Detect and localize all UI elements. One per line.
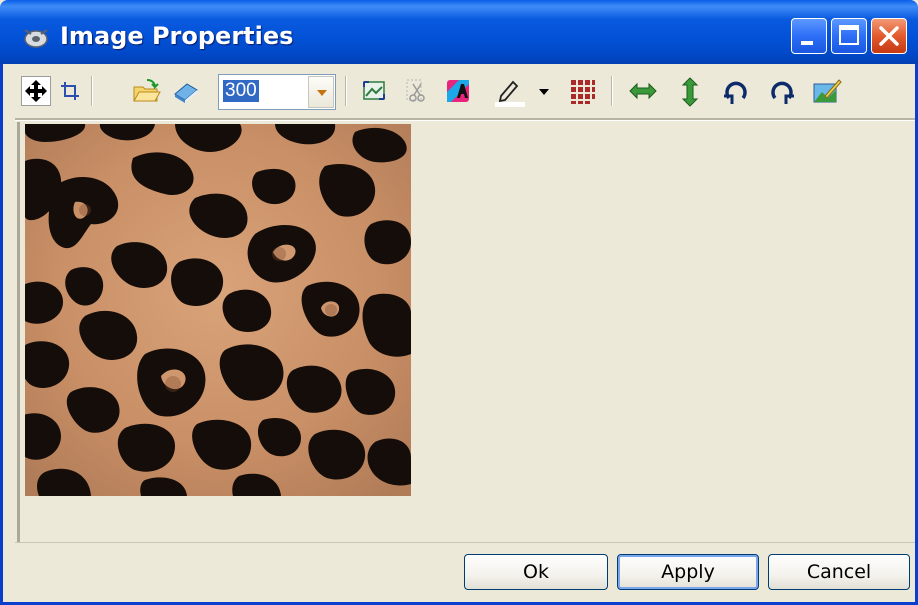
pen-color-dropdown[interactable] (537, 76, 551, 106)
image-properties-window: Image Properties 300 Ok Apply Cancel (0, 0, 918, 605)
zoom-value: 300 (223, 80, 259, 102)
zoom-combobox[interactable]: 300 (218, 74, 336, 110)
color-adjust-icon (813, 79, 842, 103)
toolbar-separator (611, 76, 613, 106)
minimize-icon (801, 41, 813, 45)
open-folder-icon (133, 79, 161, 102)
zoom-input[interactable]: 300 (221, 77, 301, 107)
move-tool-icon (25, 80, 47, 102)
flip-horizontal-icon (629, 82, 657, 100)
maximize-button[interactable] (831, 18, 867, 54)
color-adjust-button[interactable] (811, 76, 842, 106)
footer-divider (15, 542, 915, 543)
rotate-right-icon (771, 81, 794, 104)
toolbar-separator (91, 76, 93, 106)
crop-tool-icon (61, 82, 79, 100)
ok-button[interactable]: Ok (464, 554, 608, 590)
rotate-left-button[interactable] (721, 76, 751, 106)
flip-vertical-button[interactable] (675, 76, 705, 107)
title-bar[interactable]: Image Properties (0, 0, 918, 64)
toolbar: 300 (15, 64, 915, 118)
dropdown-arrow-icon (539, 89, 549, 95)
close-button[interactable] (871, 18, 907, 54)
flip-vertical-icon (681, 77, 699, 107)
maximize-icon (839, 25, 859, 45)
eraser-button[interactable] (171, 76, 201, 106)
cut-button[interactable] (401, 76, 431, 106)
rotate-left-icon (724, 81, 747, 104)
scissors-icon (406, 79, 425, 102)
eraser-icon (174, 83, 198, 103)
fit-image-icon (363, 81, 385, 100)
close-icon (879, 26, 899, 46)
pen-color-icon (495, 80, 525, 107)
pen-color-button[interactable] (493, 76, 525, 107)
window-title: Image Properties (60, 22, 294, 50)
flip-horizontal-button[interactable] (627, 76, 657, 106)
minimize-button[interactable] (791, 18, 827, 54)
zoom-dropdown-button[interactable] (308, 76, 334, 108)
crop-tool-button[interactable] (55, 76, 85, 106)
grid-button[interactable] (567, 76, 597, 106)
open-button[interactable] (131, 76, 161, 106)
text-color-button[interactable] (443, 76, 473, 106)
cancel-button[interactable]: Cancel (768, 554, 910, 590)
toolbar-separator (345, 76, 347, 106)
move-tool-button[interactable] (21, 76, 51, 106)
image-preview (25, 124, 411, 496)
toolbar-divider (15, 118, 915, 121)
rotate-right-button[interactable] (767, 76, 797, 106)
apply-button[interactable]: Apply (617, 554, 759, 590)
leopard-print-image (25, 124, 411, 496)
app-icon (24, 29, 48, 48)
text-color-icon (447, 80, 469, 102)
grid-icon (571, 80, 595, 104)
fit-image-button[interactable] (359, 76, 389, 106)
